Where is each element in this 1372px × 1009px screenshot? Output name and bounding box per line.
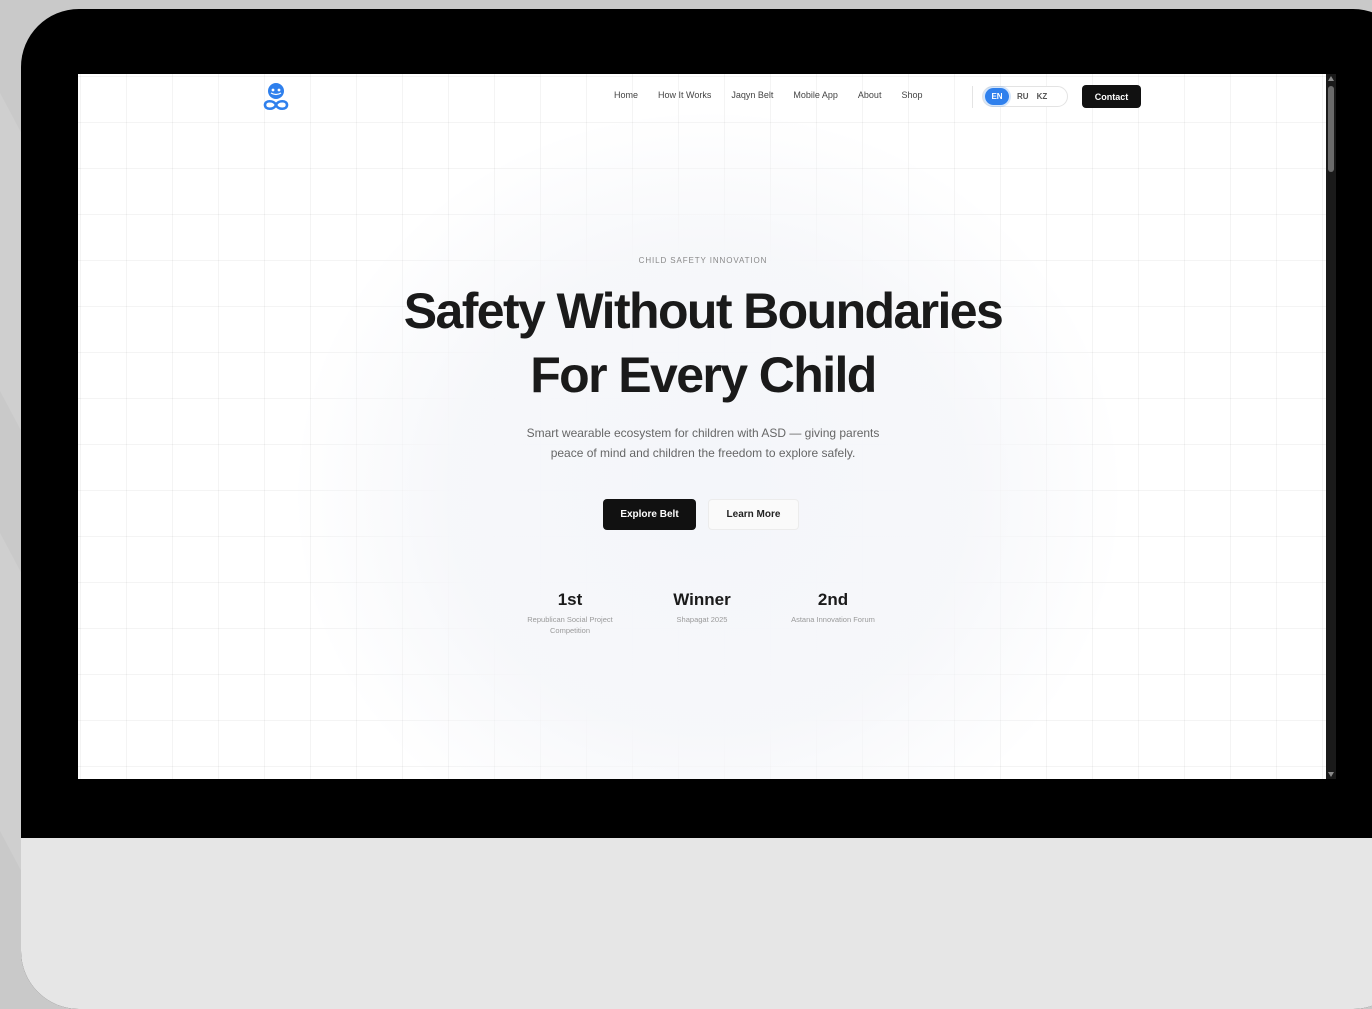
monitor-chin [21,838,1372,1009]
browser-viewport: Home How It Works Jaqyn Belt Mobile App … [78,74,1326,779]
nav-link-home[interactable]: Home [614,90,638,100]
hero-headline-line-2: For Every Child [530,347,877,403]
learn-more-button[interactable]: Learn More [708,499,799,530]
hero-subtitle-line-1: Smart wearable ecosystem for children wi… [526,426,880,440]
hero-subtitle: Smart wearable ecosystem for children wi… [478,423,928,463]
nav-link-how-it-works[interactable]: How It Works [658,90,711,100]
stat-label: Shapagat 2025 [632,614,772,625]
stat-label-line: Republican Social Project [527,615,613,624]
stat-label: Astana Innovation Forum [763,614,903,625]
logo-icon[interactable] [262,82,290,112]
stat-value: 1st [557,590,583,609]
stat-label-line: Astana Innovation Forum [791,615,875,624]
infinity-face-logo-icon [263,83,289,111]
main-nav: Home How It Works Jaqyn Belt Mobile App … [614,90,922,100]
monitor-frame: Home How It Works Jaqyn Belt Mobile App … [21,9,1372,1009]
nav-link-about[interactable]: About [858,90,882,100]
scrollbar-thumb[interactable] [1328,86,1334,172]
scroll-down-icon[interactable] [1328,772,1334,777]
language-option-ru[interactable]: RU [1017,92,1029,101]
stat-item: 2nd Astana Innovation Forum [763,589,903,625]
stat-label-line: Competition [549,626,591,635]
explore-belt-button[interactable]: Explore Belt [603,499,696,530]
stat-value: Winner [673,590,731,609]
stat-label-line: Shapagat 2025 [676,615,728,624]
nav-link-shop[interactable]: Shop [901,90,922,100]
hero-headline: Safety Without Boundaries For Every Chil… [78,279,1326,407]
hero-eyebrow: CHILD SAFETY INNOVATION [638,256,768,265]
scroll-up-icon[interactable] [1328,76,1334,81]
page-scrollbar[interactable] [1326,74,1336,779]
language-option-kz[interactable]: KZ [1037,92,1048,101]
nav-link-mobile-app[interactable]: Mobile App [793,90,838,100]
contact-button[interactable]: Contact [1082,85,1141,108]
nav-link-jaqyn-belt[interactable]: Jaqyn Belt [731,90,773,100]
language-option-en[interactable]: EN [985,88,1009,105]
stat-label: Republican Social Project Competition [500,614,640,636]
hero-headline-line-1: Safety Without Boundaries [403,283,1004,339]
hero-subtitle-line-2: peace of mind and children the freedom t… [550,446,856,460]
language-switcher: EN RU KZ [982,86,1068,107]
stat-item: 1st Republican Social Project Competitio… [500,589,640,636]
stat-value: 2nd [817,590,849,609]
stat-item: Winner Shapagat 2025 [632,589,772,625]
nav-divider [972,86,973,108]
